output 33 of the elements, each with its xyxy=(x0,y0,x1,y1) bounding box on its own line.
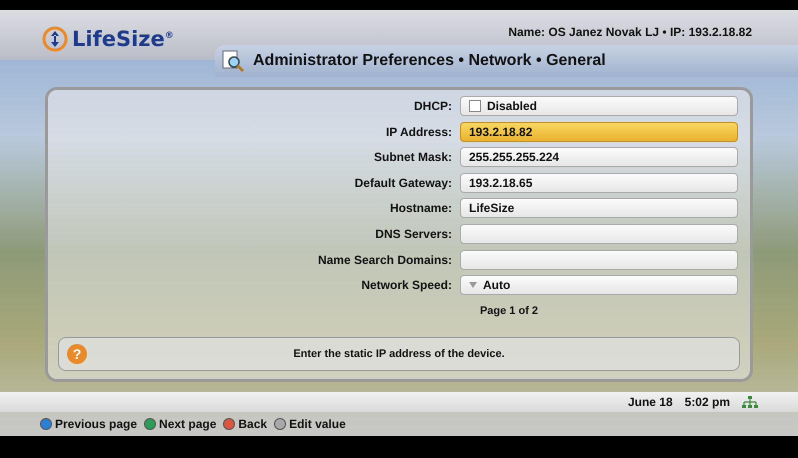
help-text: Enter the static IP address of the device. xyxy=(292,348,506,360)
page-indicator: Page 1 of 2 xyxy=(480,305,538,318)
date-text: June 18 xyxy=(628,395,673,409)
input-field[interactable]: 193.2.18.65 xyxy=(460,172,738,193)
field-label: Hostname: xyxy=(388,201,452,216)
help-icon: ? xyxy=(67,344,87,364)
checkbox[interactable] xyxy=(469,100,481,112)
field-label: Subnet Mask: xyxy=(372,150,452,164)
input-field[interactable]: 255.255.255.224 xyxy=(460,147,738,168)
logo-icon xyxy=(42,26,68,52)
device-info: Name: OS Janez Novak LJ • IP: 193.2.18.82 xyxy=(508,25,752,39)
field-label: Network Speed: xyxy=(360,278,452,292)
legend-label: Back xyxy=(238,417,268,431)
legend-label: Previous page xyxy=(55,417,138,431)
magnifier-document-icon xyxy=(221,49,245,73)
time-text: 5:02 pm xyxy=(684,395,730,409)
field-label: DHCP: xyxy=(413,99,452,113)
legend-label: Edit value xyxy=(289,417,346,431)
field-label: DNS Servers: xyxy=(374,226,452,241)
caret-icon xyxy=(469,282,477,288)
input-field[interactable] xyxy=(460,224,738,244)
dropdown-field[interactable]: Auto xyxy=(460,275,738,296)
field-label: Name Search Domains: xyxy=(316,252,452,267)
network-icon xyxy=(742,396,758,408)
legend-label: Next page xyxy=(159,417,216,431)
logo-text: LifeSize$^{®}$ xyxy=(72,27,174,51)
field-label: IP Address: xyxy=(384,124,452,139)
input-field[interactable] xyxy=(460,250,738,270)
checkbox-field[interactable]: Disabled xyxy=(460,96,738,116)
page-title: Administrator Preferences • Network • General xyxy=(253,52,606,70)
input-field[interactable]: 193.2.18.82 xyxy=(460,122,738,142)
field-label: Default Gateway: xyxy=(354,176,452,190)
input-field[interactable]: LifeSize xyxy=(460,198,738,218)
